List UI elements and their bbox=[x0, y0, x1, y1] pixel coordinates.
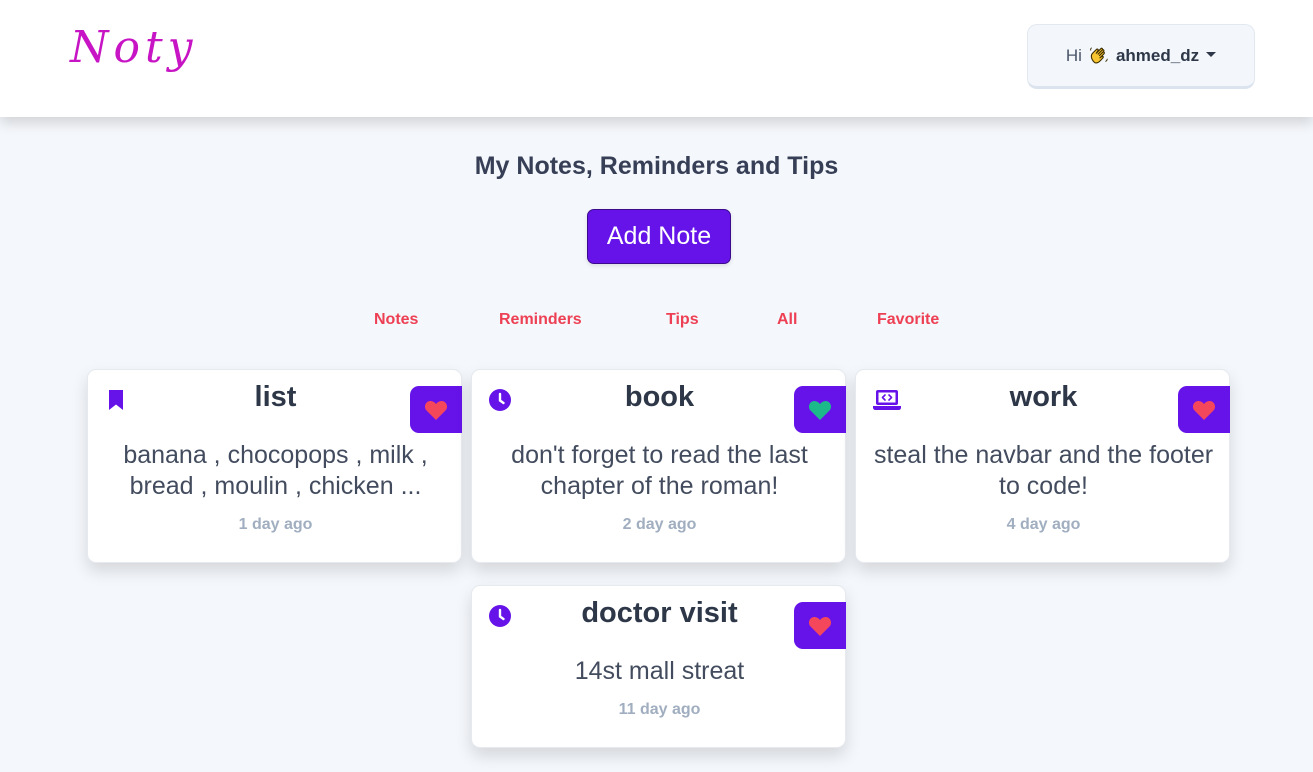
filter-notes[interactable]: Notes bbox=[374, 311, 418, 329]
user-menu-dropdown[interactable]: Hi ahmed_dz bbox=[1027, 24, 1255, 89]
note-card-list[interactable]: list banana , chocopops , milk , bread ,… bbox=[87, 369, 462, 563]
caret-down-icon bbox=[1206, 52, 1217, 57]
filter-tips[interactable]: Tips bbox=[666, 311, 699, 329]
note-card-doctor-visit[interactable]: doctor visit 14st mall streat 11 day ago bbox=[471, 585, 846, 748]
note-timestamp: 11 day ago bbox=[618, 701, 701, 718]
filter-tabs: Notes Reminders Tips All Favorite bbox=[0, 311, 1313, 331]
heart-icon bbox=[808, 616, 832, 636]
heart-icon bbox=[808, 400, 832, 420]
favorite-button[interactable] bbox=[794, 386, 846, 433]
note-title: work bbox=[1009, 381, 1078, 413]
greeting-text: Hi bbox=[1065, 45, 1082, 65]
waving-hand-icon bbox=[1090, 46, 1108, 64]
note-timestamp: 2 day ago bbox=[622, 516, 697, 533]
note-card-book[interactable]: book don't forget to read the last chapt… bbox=[471, 369, 846, 563]
username: ahmed_dz bbox=[1115, 45, 1200, 65]
note-body: banana , chocopops , milk , bread , moul… bbox=[123, 441, 428, 500]
note-card-work[interactable]: work steal the navbar and the footer to … bbox=[855, 369, 1230, 563]
heart-icon bbox=[424, 400, 448, 420]
note-body: 14st mall streat bbox=[574, 657, 745, 685]
favorite-button[interactable] bbox=[1178, 386, 1230, 433]
note-title: doctor visit bbox=[581, 597, 738, 629]
filter-all[interactable]: All bbox=[777, 311, 797, 329]
note-title: list bbox=[254, 381, 297, 413]
favorite-button[interactable] bbox=[794, 602, 846, 649]
note-body: steal the navbar and the footer to code! bbox=[873, 441, 1214, 500]
heart-icon bbox=[1192, 400, 1216, 420]
note-title: book bbox=[624, 381, 695, 413]
note-timestamp: 1 day ago bbox=[238, 516, 313, 533]
logo[interactable]: Noty bbox=[70, 26, 198, 70]
favorite-button[interactable] bbox=[410, 386, 462, 433]
note-body: don't forget to read the last chapter of… bbox=[511, 441, 808, 500]
filter-reminders[interactable]: Reminders bbox=[499, 311, 582, 329]
add-note-button[interactable]: Add Note bbox=[587, 209, 731, 264]
note-timestamp: 4 day ago bbox=[1006, 516, 1081, 533]
filter-favorite[interactable]: Favorite bbox=[877, 311, 939, 329]
page-title: My Notes, Reminders and Tips bbox=[474, 152, 839, 180]
navbar: Noty Hi ahmed_dz bbox=[0, 0, 1313, 117]
